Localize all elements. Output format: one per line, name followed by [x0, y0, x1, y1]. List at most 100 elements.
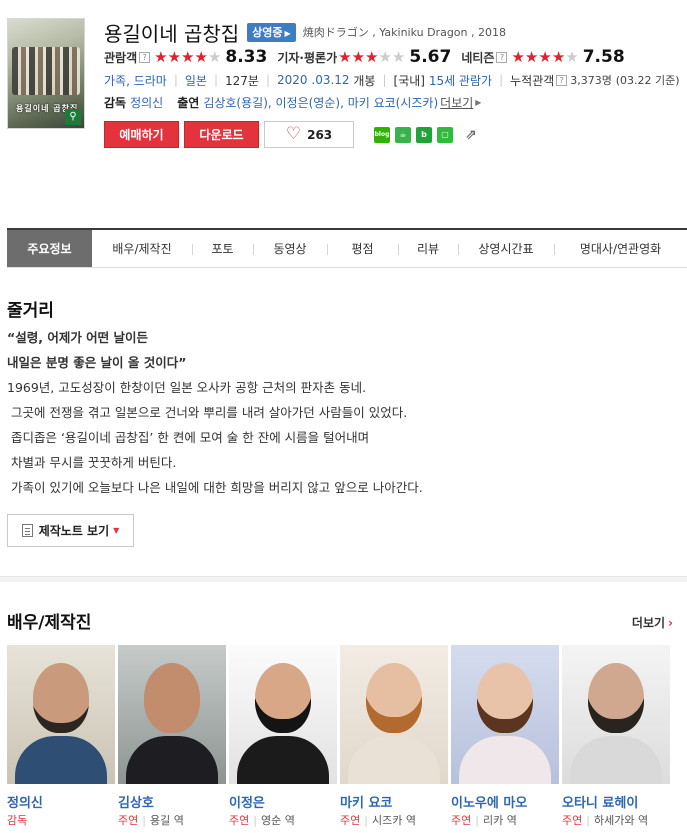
band-share-icon[interactable]: b: [416, 126, 432, 143]
cafe-share-icon[interactable]: ☕: [395, 126, 411, 143]
cast-photo[interactable]: [340, 645, 448, 784]
tab-main-info[interactable]: 주요정보: [7, 230, 92, 267]
genre-link[interactable]: 가족, 드라마: [104, 72, 167, 89]
cast-name[interactable]: 김상호: [118, 792, 229, 811]
synopsis-line: 차별과 무시를 꿋꿋하게 버틴다.: [7, 455, 177, 470]
cast-more-link[interactable]: 더보기: [440, 94, 473, 111]
reserve-button[interactable]: 예매하기: [104, 121, 179, 148]
star-filled-icon: ★: [181, 47, 195, 66]
cast-card[interactable]: 오타니 료헤이 주연 | 하세가와 역: [562, 645, 673, 828]
star-filled-icon: ★: [538, 47, 552, 66]
star-filled-icon: ★: [154, 47, 168, 66]
director-link[interactable]: 정의신: [130, 94, 163, 111]
cast-role: 주연 | 하세가와 역: [562, 813, 649, 828]
tab-video[interactable]: 동영상: [253, 230, 327, 267]
cast-name[interactable]: 마키 요코: [340, 792, 451, 811]
production-notes-button[interactable]: 제작노트 보기 ▼: [7, 514, 134, 547]
like-button[interactable]: ♡ 263: [264, 121, 354, 148]
divider: |: [499, 73, 504, 87]
blog-share-icon[interactable]: blog: [374, 126, 390, 143]
star-filled-icon: ★: [511, 47, 525, 66]
tab-quotes-related[interactable]: 명대사/연관영화: [554, 230, 687, 267]
cast-links[interactable]: 김상호(용길), 이정은(영순), 마키 요코(시즈카): [203, 94, 438, 111]
country-link[interactable]: 일본: [185, 72, 207, 89]
line-share-icon[interactable]: ▢: [437, 126, 453, 143]
cast-card[interactable]: 김상호 주연 | 용길 역: [118, 645, 229, 828]
cast-card[interactable]: 정의신 감독: [7, 645, 118, 828]
cast-role: 감독: [7, 814, 28, 827]
cast-list: 정의신 감독 김상호 주연 | 용길 역 이정은 주연 | 영순 역 마키 요코 주연 |…: [7, 645, 673, 828]
synopsis-text: “설령, 어제가 어떤 날이든 내일은 분명 좋은 날이 올 것이다” 1969…: [7, 325, 677, 500]
document-icon: [21, 524, 33, 537]
release-date-link[interactable]: 2020 .03.12: [277, 73, 350, 87]
heart-icon: ♡: [285, 124, 302, 144]
rating-label: 기자·평론가: [277, 50, 338, 65]
movie-poster[interactable]: 용길이네 곱창집 ⚲: [7, 18, 85, 129]
cast-card[interactable]: 이정은 주연 | 영순 역: [229, 645, 340, 828]
play-arrow-icon: ▶: [284, 28, 291, 38]
share-icons: blog ☕ b ▢ ⇗: [374, 126, 485, 143]
movie-info: 용길이네 곱창집 상영중 ▶ 焼肉ドラゴン , Yakiniku Dragon ,…: [104, 18, 687, 148]
rating-label: 네티즌: [461, 50, 495, 65]
help-icon[interactable]: ?: [496, 51, 508, 63]
cast-role: 주연 | 시즈카 역: [340, 813, 416, 828]
star-filled-icon: ★: [194, 47, 208, 66]
help-icon[interactable]: ?: [139, 51, 151, 63]
rating-netizen: 네티즌 ? ★ ★ ★ ★ ★ 7.58: [461, 47, 624, 67]
cast-photo[interactable]: [451, 645, 559, 784]
tab-showtimes[interactable]: 상영시간표: [458, 230, 554, 267]
cast-photo[interactable]: [7, 645, 115, 784]
tab-photo[interactable]: 포토: [192, 230, 253, 267]
tab-review[interactable]: 리뷰: [398, 230, 458, 267]
star-empty-icon: ★: [378, 47, 392, 66]
cast-card[interactable]: 이노우에 마오 주연 | 리카 역: [451, 645, 562, 828]
star-filled-icon: ★: [351, 47, 366, 66]
cast-more-button[interactable]: 더보기 ›: [632, 614, 673, 631]
divider: |: [265, 73, 271, 87]
star-empty-icon: ★: [207, 47, 222, 66]
section-divider: [0, 576, 687, 582]
star-filled-icon: ★: [167, 47, 182, 66]
rating-label: 관람객: [104, 50, 138, 65]
cast-photo[interactable]: [118, 645, 226, 784]
cast-name[interactable]: 이노우에 마오: [451, 792, 562, 811]
cast-name[interactable]: 오타니 료헤이: [562, 792, 673, 811]
cast-role: 주연 | 용길 역: [118, 813, 184, 828]
tab-cast-crew[interactable]: 배우/제작진: [92, 230, 192, 267]
synopsis-line: 그곳에 전쟁을 겪고 일본으로 건너와 뿌리를 내려 살아가던 사람들이 있었다…: [7, 405, 408, 420]
star-rating: ★ ★ ★ ★ ★: [338, 47, 406, 66]
star-rating: ★ ★ ★ ★ ★: [154, 47, 222, 66]
synopsis-line: 1969년, 고도성장이 한창이던 일본 오사카 공항 근처의 판자촌 동네.: [7, 380, 367, 395]
caret-right-icon: ▶: [475, 97, 482, 107]
rating-score: 5.67: [409, 47, 452, 67]
rating-row: 관람객 ? ★ ★ ★ ★ ★ 8.33 기자·평론가 ★ ★ ★ ★ ★ 5.67 네티즌 ?…: [104, 46, 687, 68]
synopsis-heading: 줄거리: [7, 301, 54, 321]
rating-audience: 관람객 ? ★ ★ ★ ★ ★ 8.33: [104, 47, 267, 67]
cast-photo[interactable]: [562, 645, 670, 784]
chevron-right-icon: ›: [668, 616, 673, 630]
director-label: 감독: [104, 95, 127, 110]
star-empty-icon: ★: [565, 47, 579, 66]
star-filled-icon: ★: [524, 47, 539, 66]
help-icon[interactable]: ?: [556, 74, 568, 86]
star-rating: ★ ★ ★ ★ ★: [511, 47, 579, 66]
tab-bar: 주요정보 배우/제작진 포토 동영상 평점 리뷰 상영시간표 명대사/연관영화: [7, 228, 687, 268]
download-button[interactable]: 다운로드: [184, 121, 259, 148]
star-empty-icon: ★: [391, 47, 406, 66]
star-filled-icon: ★: [338, 47, 352, 66]
movie-title[interactable]: 용길이네 곱창집: [104, 18, 239, 47]
zoom-icon[interactable]: ⚲: [65, 109, 81, 125]
divider: |: [382, 73, 387, 87]
cast-photo[interactable]: [229, 645, 337, 784]
movie-meta: 가족, 드라마 | 일본 | 127분 | 2020 .03.12 개봉 | […: [104, 69, 687, 91]
cast-name[interactable]: 이정은: [229, 792, 340, 811]
status-badge[interactable]: 상영중 ▶: [247, 22, 296, 42]
age-rating-link[interactable]: 15세 관람가: [429, 72, 492, 89]
synopsis-line: 가족이 있기에 오늘보다 나은 내일에 대한 희망을 버리지 않고 앞으로 나아…: [7, 480, 423, 495]
cast-card[interactable]: 마키 요코 주연 | 시즈카 역: [340, 645, 451, 828]
rating-critics: 기자·평론가 ★ ★ ★ ★ ★ 5.67: [277, 47, 451, 67]
cast-name[interactable]: 정의신: [7, 792, 118, 811]
share-icon[interactable]: ⇗: [462, 127, 480, 143]
cast-role: 주연 | 리카 역: [451, 813, 517, 828]
tab-rating[interactable]: 평점: [327, 230, 398, 267]
